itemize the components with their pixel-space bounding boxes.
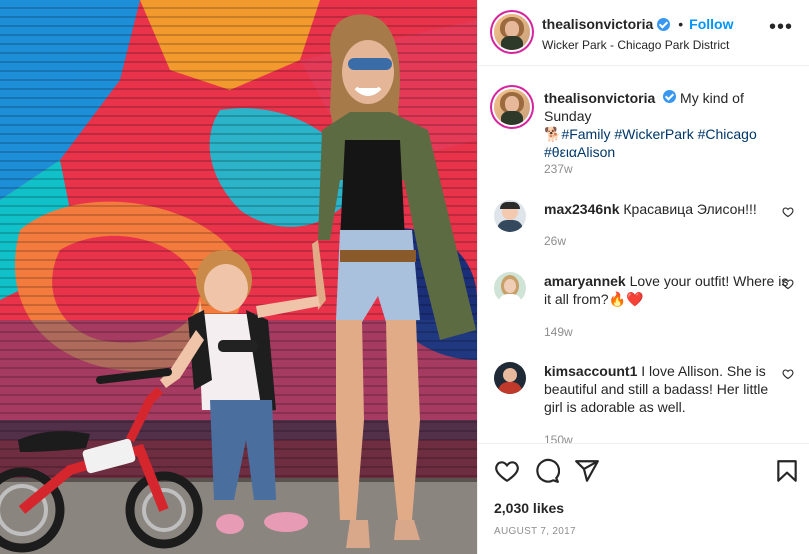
comment-username[interactable]: kimsaccount1: [544, 363, 637, 379]
dog-emoji-icon: 🐕: [544, 126, 562, 142]
caption-time[interactable]: 237w: [544, 162, 573, 176]
post-details-panel: thealisonvictoria • Follow Wicker Park -…: [477, 0, 809, 554]
commenter-avatar[interactable]: [494, 362, 526, 394]
hashtag-theia-alison[interactable]: #θειαAlison: [544, 144, 615, 160]
caption-item: thealisonvictoria My kind of Sunday 🐕#Fa…: [494, 89, 794, 179]
author-header-line: thealisonvictoria • Follow: [542, 16, 734, 32]
like-comment-heart-icon[interactable]: [782, 368, 794, 380]
comment-body: Красавица Элисон!!!: [623, 201, 757, 217]
follow-button[interactable]: Follow: [689, 16, 733, 32]
comments-list[interactable]: thealisonvictoria My kind of Sunday 🐕#Fa…: [478, 67, 809, 443]
comment-item: kimsaccount1 I love Allison. She is beau…: [494, 362, 794, 443]
commenter-avatar[interactable]: [494, 272, 526, 304]
comment-time[interactable]: 26w: [544, 234, 566, 248]
heart-icon[interactable]: [494, 458, 520, 484]
like-comment-heart-icon[interactable]: [782, 206, 794, 218]
location-link[interactable]: Wicker Park - Chicago Park District: [542, 38, 729, 52]
comment-text: kimsaccount1 I love Allison. She is beau…: [544, 362, 789, 416]
comment-time[interactable]: 149w: [544, 325, 573, 339]
caption-avatar[interactable]: [494, 89, 530, 125]
post-header: thealisonvictoria • Follow Wicker Park -…: [478, 0, 809, 66]
caption-username[interactable]: thealisonvictoria: [544, 90, 655, 106]
hashtag-wickerpark[interactable]: #WickerPark: [614, 126, 693, 142]
share-icon[interactable]: [574, 458, 600, 484]
likes-count[interactable]: 2,030 likes: [494, 500, 564, 516]
comment-item: amaryannek Love your outfit! Where is it…: [494, 272, 794, 342]
comment-text: amaryannek Love your outfit! Where is it…: [544, 272, 789, 308]
hashtag-family[interactable]: #Family: [561, 126, 610, 142]
hashtag-chicago[interactable]: #Chicago: [698, 126, 757, 142]
comment-text: max2346nk Красавица Элисон!!!: [544, 200, 789, 218]
separator-dot: •: [678, 16, 684, 32]
bookmark-icon[interactable]: [774, 458, 800, 484]
commenter-avatar[interactable]: [494, 200, 526, 232]
author-username[interactable]: thealisonvictoria: [542, 16, 653, 32]
post-photo[interactable]: [0, 0, 477, 554]
verified-badge-icon: [657, 17, 671, 31]
comment-time[interactable]: 150w: [544, 433, 573, 443]
post-date[interactable]: AUGUST 7, 2017: [494, 526, 576, 537]
comment-icon[interactable]: [534, 458, 560, 484]
comment-username[interactable]: max2346nk: [544, 201, 620, 217]
comment-username[interactable]: amaryannek: [544, 273, 626, 289]
comment-item: max2346nk Красавица Элисон!!! 26w: [494, 200, 794, 250]
author-avatar[interactable]: [494, 14, 530, 50]
post-actions: 2,030 likes AUGUST 7, 2017: [478, 443, 809, 554]
like-comment-heart-icon[interactable]: [782, 278, 794, 290]
post-image: [0, 0, 477, 554]
caption-text: thealisonvictoria My kind of Sunday 🐕#Fa…: [544, 89, 789, 161]
verified-badge-icon: [663, 90, 677, 103]
more-options-icon[interactable]: •••: [769, 17, 793, 37]
